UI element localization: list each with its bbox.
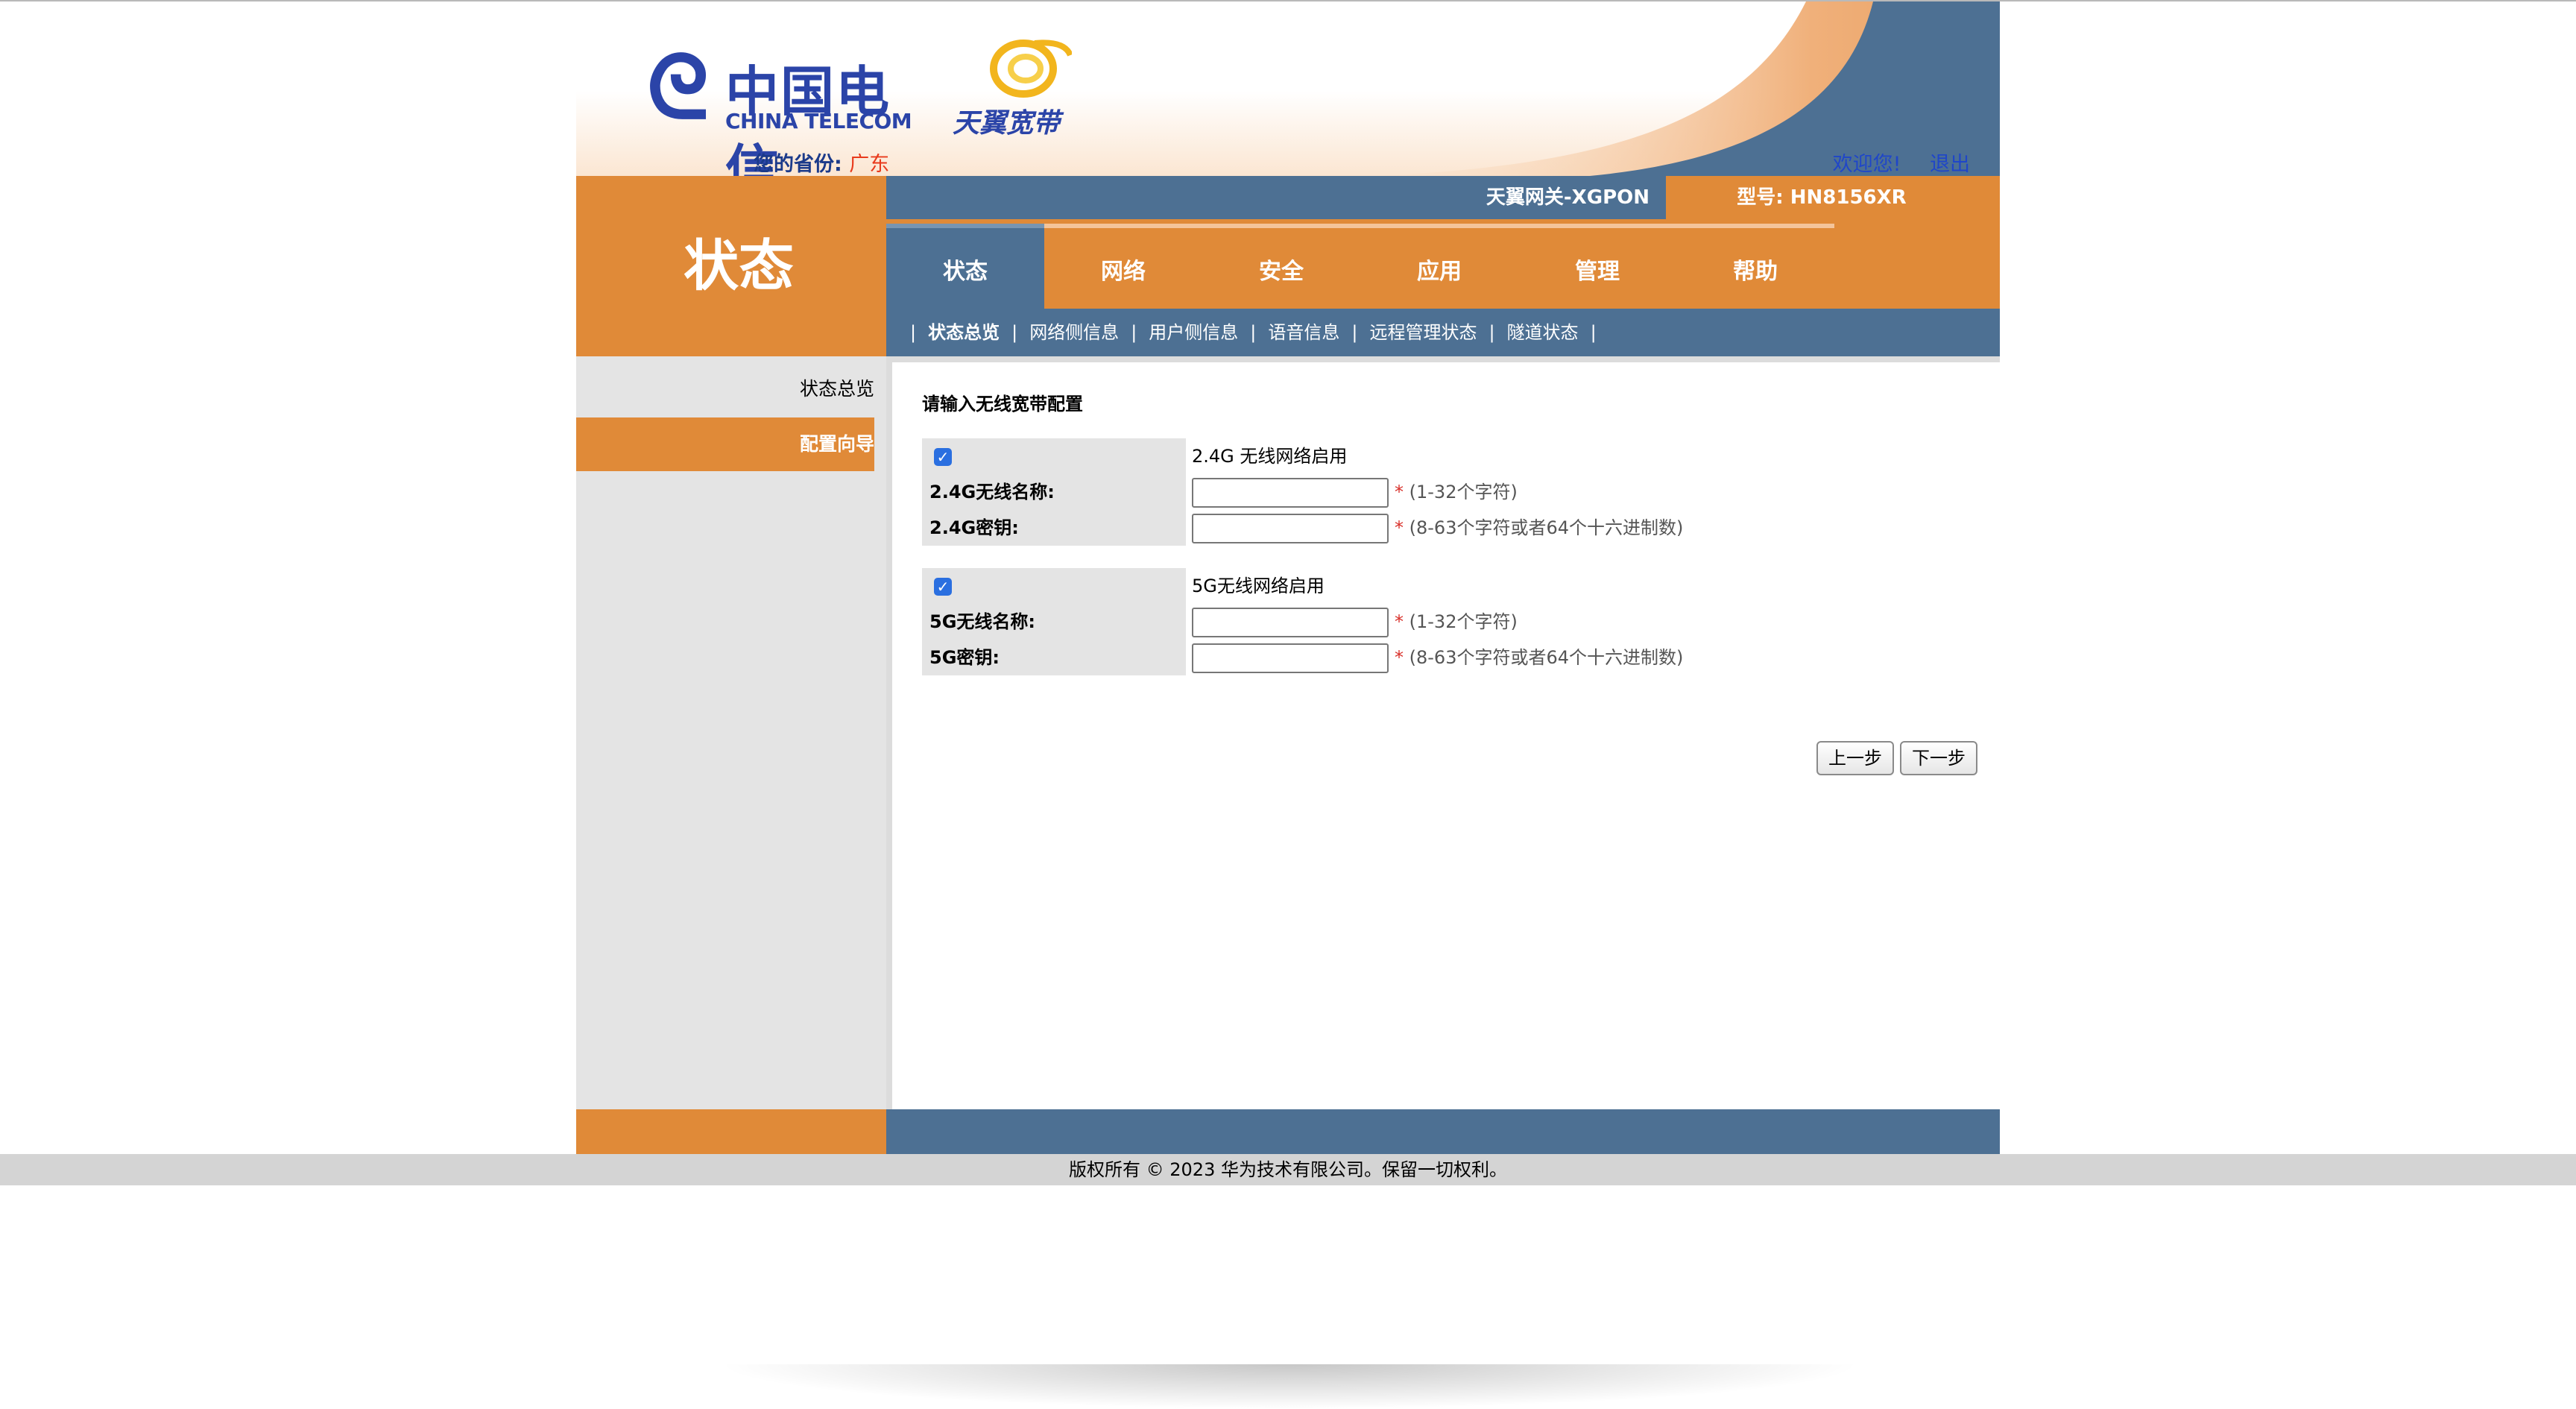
subnav-tunnel-status[interactable]: 隧道状态	[1507, 322, 1579, 343]
hint-text: (1-32个字符)	[1409, 482, 1518, 502]
wifi-5g-key-hint: * (8-63个字符或者64个十六进制数)	[1395, 640, 1683, 675]
hint-text: (8-63个字符或者64个十六进制数)	[1409, 647, 1684, 668]
wifi-5g-name-row: 5G无线名称: * (1-32个字符)	[922, 604, 1995, 640]
subnav-network-side-info[interactable]: 网络侧信息	[1029, 322, 1119, 343]
subnav-separator: |	[1351, 322, 1358, 343]
footer-bar-left	[576, 1109, 886, 1154]
wifi-5g-key-label: 5G密钥:	[929, 647, 1000, 668]
tab-management[interactable]: 管理	[1518, 224, 1676, 309]
hint-text: (8-63个字符或者64个十六进制数)	[1409, 517, 1684, 538]
wifi-5g-key-input[interactable]	[1192, 643, 1389, 673]
china-telecom-logo: ᘓ 中国电信 CHINA TELECOM	[647, 35, 930, 177]
subnav-separator: |	[1590, 322, 1597, 343]
gateway-name: 天翼网关-XGPON	[1486, 186, 1650, 209]
province-value: 广东	[849, 153, 890, 176]
wifi-5g-name-hint: * (1-32个字符)	[1395, 604, 1518, 640]
navigation-block: 状态 天翼网关-XGPON 型号: HN8156XR 状态 网络 安全 应用 管…	[576, 176, 2000, 356]
wifi-5g-enable-label: 5G无线网络启用	[1192, 576, 1325, 596]
subnav-remote-mgmt-status[interactable]: 远程管理状态	[1369, 322, 1477, 343]
wifi-5g-group: ✓ 5G无线网络启用 5G无线名称: * (1-32个字符) 5G密钥: * (…	[922, 568, 1995, 675]
prev-step-button[interactable]: 上一步	[1816, 741, 1894, 775]
wifi-24g-enable-checkbox[interactable]: ✓	[934, 448, 952, 466]
sub-brand-text: 天翼宽带	[953, 108, 1061, 139]
device-info-bar: 天翼网关-XGPON 型号: HN8156XR	[886, 176, 2000, 219]
header-banner: ᘓ 中国电信 CHINA TELECOM 天翼宽带 您的省份: 广东 欢迎您! …	[576, 1, 2000, 176]
subnav-status-overview[interactable]: 状态总览	[928, 322, 1000, 343]
router-admin-page: ᘓ 中国电信 CHINA TELECOM 天翼宽带 您的省份: 广东 欢迎您! …	[576, 1, 2000, 1154]
required-mark: *	[1395, 611, 1404, 632]
tab-security[interactable]: 安全	[1202, 224, 1360, 309]
required-mark: *	[1395, 517, 1404, 538]
subnav-user-side-info[interactable]: 用户侧信息	[1149, 322, 1238, 343]
next-step-button[interactable]: 下一步	[1900, 741, 1977, 775]
main-content: 请输入无线宽带配置 ✓ 2.4G 无线网络启用 2.4G无线名称: * (1-3…	[886, 356, 2000, 1109]
sidebar: 状态总览 配置向导	[576, 356, 886, 1109]
required-mark: *	[1395, 482, 1404, 502]
footer-bar-right	[886, 1109, 2000, 1154]
tab-status[interactable]: 状态	[886, 224, 1044, 309]
required-mark: *	[1395, 647, 1404, 668]
logo-en-text: CHINA TELECOM	[725, 109, 912, 133]
tianyi-swirl-icon	[990, 40, 1072, 98]
province-info: 您的省份: 广东	[754, 148, 889, 176]
wifi-24g-name-row: 2.4G无线名称: * (1-32个字符)	[922, 474, 1995, 510]
wifi-5g-enable-row: ✓ 5G无线网络启用	[922, 568, 1995, 604]
wifi-24g-name-hint: * (1-32个字符)	[1395, 474, 1518, 510]
wifi-24g-key-hint: * (8-63个字符或者64个十六进制数)	[1395, 510, 1683, 546]
wifi-5g-name-input[interactable]	[1192, 608, 1389, 637]
subnav-separator: |	[1250, 322, 1257, 343]
wifi-24g-key-label: 2.4G密钥:	[929, 517, 1019, 538]
wifi-24g-key-row: 2.4G密钥: * (8-63个字符或者64个十六进制数)	[922, 510, 1995, 546]
footer-bar	[576, 1109, 2000, 1154]
sub-navigation: | 状态总览 | 网络侧信息 | 用户侧信息 | 语音信息 | 远程管理状态 | 隧道状态 |	[886, 309, 2000, 356]
subnav-voice-info[interactable]: 语音信息	[1268, 322, 1339, 343]
wifi-24g-enable-label: 2.4G 无线网络启用	[1192, 446, 1348, 467]
page-body: 状态总览 配置向导 请输入无线宽带配置 ✓ 2.4G 无线网络启用 2.4G无线…	[576, 356, 2000, 1109]
subnav-separator: |	[1489, 322, 1495, 343]
nav-right: 天翼网关-XGPON 型号: HN8156XR 状态 网络 安全 应用 管理 帮…	[886, 176, 2000, 356]
province-label: 您的省份:	[754, 153, 842, 176]
subnav-separator: |	[1011, 322, 1018, 343]
bottom-shadow	[716, 1364, 1863, 1409]
wifi-5g-name-label: 5G无线名称:	[929, 611, 1035, 632]
sidebar-item-status-overview[interactable]: 状态总览	[576, 362, 874, 416]
wifi-24g-enable-row: ✓ 2.4G 无线网络启用	[922, 438, 1995, 474]
wifi-5g-key-row: 5G密钥: * (8-63个字符或者64个十六进制数)	[922, 640, 1995, 675]
wifi-24g-group: ✓ 2.4G 无线网络启用 2.4G无线名称: * (1-32个字符) 2.4G…	[922, 438, 1995, 546]
logout-link[interactable]: 退出	[1930, 153, 1970, 176]
wifi-24g-name-label: 2.4G无线名称:	[929, 482, 1055, 502]
welcome-link[interactable]: 欢迎您!	[1833, 153, 1901, 176]
wifi-24g-name-input[interactable]	[1192, 478, 1389, 508]
sidebar-item-config-wizard[interactable]: 配置向导	[576, 417, 874, 471]
hint-text: (1-32个字符)	[1409, 611, 1518, 632]
user-links: 欢迎您! 退出	[1811, 148, 1970, 176]
tab-application[interactable]: 应用	[1360, 224, 1518, 309]
section-title: 状态	[576, 176, 886, 356]
tab-help[interactable]: 帮助	[1676, 224, 1834, 309]
subnav-separator: |	[1131, 322, 1137, 343]
telecom-mark-icon: ᘓ	[647, 35, 710, 139]
main-tabs: 状态 网络 安全 应用 管理 帮助	[886, 219, 2000, 309]
model-number: 型号: HN8156XR	[1666, 176, 2000, 219]
form-heading: 请输入无线宽带配置	[922, 394, 1083, 414]
wifi-24g-key-input[interactable]	[1192, 514, 1389, 543]
tianyi-broadband-logo: 天翼宽带	[953, 33, 1087, 139]
tab-network[interactable]: 网络	[1044, 224, 1202, 309]
copyright-footer: 版权所有 © 2023 华为技术有限公司。保留一切权利。	[0, 1154, 2576, 1185]
wifi-5g-enable-checkbox[interactable]: ✓	[934, 578, 952, 596]
subnav-separator: |	[910, 322, 917, 343]
